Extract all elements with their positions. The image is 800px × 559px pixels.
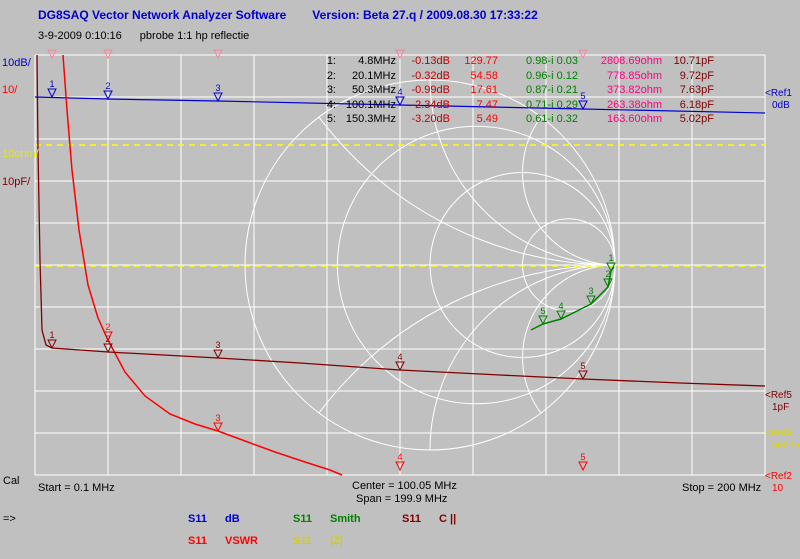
marker-cell-z: 263.38ohm [578, 98, 662, 113]
ref-label[interactable]: <Ref51pF [765, 390, 792, 414]
marker-cell-smith: 0.87-i 0.21 [498, 83, 578, 98]
legend-item-dB[interactable]: S11dB [188, 513, 240, 525]
marker-triangle-icon [587, 296, 595, 304]
marker-cell-c: 10.71pF [662, 54, 714, 69]
marker-triangle-icon [214, 50, 222, 58]
marker-cell-n: 4: [318, 98, 336, 113]
marker-cell-vswr: 54.58 [450, 69, 498, 84]
trace-marker[interactable] [48, 50, 56, 58]
marker-row: 4:100.1MHz-2.34dB7.470.71-i 0.29263.38oh… [318, 98, 714, 113]
marker-cell-freq: 20.1MHz [336, 69, 396, 84]
ref-label[interactable]: <Ref450ohm [765, 428, 800, 452]
scale-label-10ohm[interactable]: 10ohm/ [2, 148, 39, 160]
trace-marker[interactable]: 1 [48, 79, 56, 97]
marker-cell-db: -0.13dB [396, 54, 450, 69]
marker-cell-db: -2.34dB [396, 98, 450, 113]
marker-row: 2:20.1MHz-0.32dB54.580.96-i 0.12778.85oh… [318, 69, 714, 84]
marker-cell-vswr: 129.77 [450, 54, 498, 69]
marker-number: 2 [605, 269, 610, 279]
app-version: Version: Beta 27.q / 2009.08.30 17:33:22 [312, 8, 537, 22]
marker-triangle-icon [579, 462, 587, 470]
marker-row: 5:150.3MHz-3.20dB5.490.61-i 0.32163.60oh… [318, 112, 714, 127]
marker-cell-freq: 150.3MHz [336, 112, 396, 127]
marker-cell-c: 7.63pF [662, 83, 714, 98]
trace-marker[interactable]: 3 [214, 83, 222, 101]
marker-cell-freq: 4.8MHz [336, 54, 396, 69]
marker-cell-c: 5.02pF [662, 112, 714, 127]
title-bar: DG8SAQ Vector Network Analyzer Software V… [38, 8, 538, 22]
ref-label[interactable]: <Ref10dB [765, 88, 792, 112]
marker-number: 1 [608, 253, 613, 263]
legend-item-VSWR[interactable]: S11VSWR [188, 535, 258, 547]
marker-number: 5 [580, 361, 585, 371]
scale-label-10pF[interactable]: 10pF/ [2, 176, 30, 188]
cal-label: Cal [3, 475, 20, 487]
ref-label[interactable]: <Ref210 [765, 471, 792, 495]
marker-cell-z: 373.82ohm [578, 83, 662, 98]
datetime-label: 3-9-2009 0:10:16 [38, 30, 122, 42]
marker-number: 4 [558, 301, 563, 311]
marker-cell-c: 6.18pF [662, 98, 714, 113]
marker-triangle-icon [48, 89, 56, 97]
marker-number: 2 [105, 81, 110, 91]
vna-app-window: { "header": { "app_title": "DG8SAQ Vecto… [0, 0, 800, 559]
marker-row: 1:4.8MHz-0.13dB129.770.98-i 0.032808.69o… [318, 54, 714, 69]
marker-cell-freq: 100.1MHz [336, 98, 396, 113]
marker-cell-n: 5: [318, 112, 336, 127]
marker-number: 2 [105, 322, 110, 332]
trace-marker[interactable] [214, 50, 222, 58]
marker-cell-smith: 0.96-i 0.12 [498, 69, 578, 84]
marker-triangle-icon [48, 50, 56, 58]
marker-number: 1 [49, 330, 54, 340]
sweep-note: pbrobe 1:1 hp reflectie [140, 30, 249, 42]
marker-number: 1 [49, 79, 54, 89]
marker-number: 3 [215, 413, 220, 423]
marker-row: 3:50.3MHz-0.99dB17.610.87-i 0.21373.82oh… [318, 83, 714, 98]
scale-label-10dB[interactable]: 10dB/ [2, 57, 31, 69]
start-label: Start = 0.1 MHz [38, 482, 115, 494]
marker-cell-db: -0.99dB [396, 83, 450, 98]
marker-cell-z: 778.85ohm [578, 69, 662, 84]
app-title: DG8SAQ Vector Network Analyzer Software [38, 8, 286, 22]
marker-cell-vswr: 17.61 [450, 83, 498, 98]
marker-cell-n: 1: [318, 54, 336, 69]
marker-cell-db: -0.32dB [396, 69, 450, 84]
marker-cell-z: 2808.69ohm [578, 54, 662, 69]
legend-item-C[interactable]: S11C || [402, 513, 456, 525]
center-label: Center = 100.05 MHz [352, 480, 457, 492]
marker-number: 4 [397, 452, 402, 462]
marker-cell-smith: 0.98-i 0.03 [498, 54, 578, 69]
legend-item-Smith[interactable]: S11Smith [293, 513, 361, 525]
stop-label: Stop = 200 MHz [682, 482, 761, 494]
marker-cell-db: -3.20dB [396, 112, 450, 127]
span-label: Span = 199.9 MHz [356, 493, 447, 505]
marker-cell-c: 9.72pF [662, 69, 714, 84]
scale-label-10[interactable]: 10/ [2, 84, 17, 96]
marker-cell-freq: 50.3MHz [336, 83, 396, 98]
marker-number: 4 [397, 352, 402, 362]
marker-triangle-icon [214, 350, 222, 358]
prompt-label: => [3, 513, 16, 525]
marker-number: 3 [215, 340, 220, 350]
marker-cell-smith: 0.71-i 0.29 [498, 98, 578, 113]
trace-marker[interactable]: 4 [557, 301, 565, 319]
marker-number: 3 [215, 83, 220, 93]
marker-number: 5 [580, 452, 585, 462]
marker-cell-z: 163.60ohm [578, 112, 662, 127]
trace-marker[interactable]: 1 [48, 330, 56, 348]
marker-cell-n: 2: [318, 69, 336, 84]
marker-table: 1:4.8MHz-0.13dB129.770.98-i 0.032808.69o… [318, 54, 714, 127]
marker-cell-smith: 0.61-i 0.32 [498, 112, 578, 127]
status-line: 3-9-2009 0:10:16 pbrobe 1:1 hp reflectie [38, 30, 249, 42]
trace-marker[interactable]: 5 [579, 452, 587, 470]
trace-marker[interactable]: 5 [579, 361, 587, 379]
legend-item-Z[interactable]: S11|Z| [293, 535, 343, 547]
marker-number: 5 [540, 306, 545, 316]
marker-cell-n: 3: [318, 83, 336, 98]
trace-marker[interactable]: 3 [214, 413, 222, 431]
marker-number: 2 [105, 334, 110, 344]
marker-cell-vswr: 7.47 [450, 98, 498, 113]
marker-number: 3 [588, 286, 593, 296]
marker-cell-vswr: 5.49 [450, 112, 498, 127]
